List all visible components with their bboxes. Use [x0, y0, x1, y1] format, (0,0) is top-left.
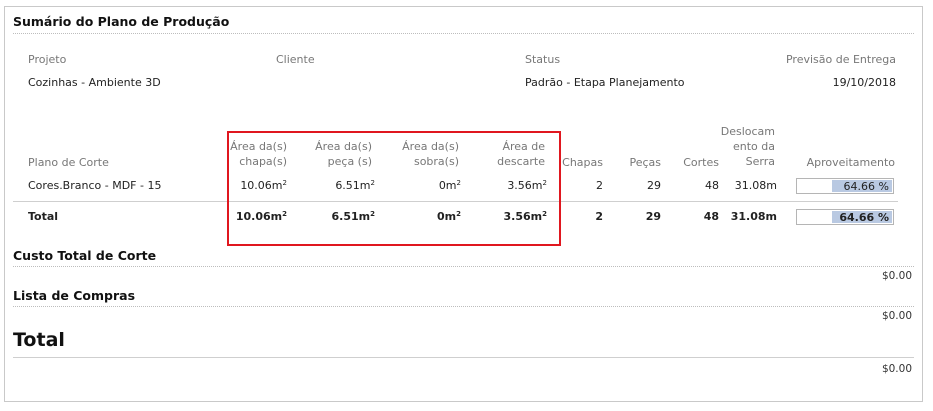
- total-label: Total: [28, 210, 59, 223]
- grand-total-value: $0.00: [881, 363, 912, 375]
- cost-divider: [13, 266, 914, 267]
- status-value: Padrão - Etapa Planejamento: [525, 76, 685, 89]
- header-pecas: Peças: [629, 156, 661, 169]
- row-cortes: 48: [705, 179, 719, 192]
- total-cortes: 48: [703, 210, 719, 223]
- total-aproveitamento-bar: 64.66 %: [796, 209, 894, 225]
- delivery-label: Previsão de Entrega: [785, 53, 896, 66]
- summary-title: Sumário do Plano de Produção: [13, 14, 230, 29]
- grand-total-divider: [13, 357, 914, 358]
- purchases-title: Lista de Compras: [13, 288, 136, 303]
- cost-value: $0.00: [881, 270, 912, 282]
- row-pecas: 29: [647, 179, 661, 192]
- delivery-value: 19/10/2018: [832, 76, 896, 89]
- header-deslocamento: Deslocam ento da Serra: [720, 125, 775, 168]
- row-aproveitamento-bar: 64.66 %: [796, 178, 894, 194]
- production-plan-summary-panel: Sumário do Plano de Produção Projeto Cli…: [4, 6, 923, 402]
- project-value: Cozinhas - Ambiente 3D: [28, 76, 161, 89]
- client-label: Cliente: [276, 53, 315, 66]
- header-cortes: Cortes: [683, 156, 719, 169]
- header-plan: Plano de Corte: [28, 156, 109, 169]
- title-divider: [13, 33, 914, 34]
- header-aproveitamento: Aproveitamento: [806, 156, 895, 169]
- total-pecas: 29: [645, 210, 661, 223]
- total-deslocamento: 31.08m: [730, 210, 777, 223]
- row-aproveitamento-text: 64.66 %: [843, 180, 889, 193]
- row-deslocamento: 31.08m: [734, 179, 777, 192]
- row-plan-name: Cores.Branco - MDF - 15: [28, 179, 162, 192]
- status-label: Status: [525, 53, 561, 66]
- project-label: Projeto: [28, 53, 67, 66]
- cost-title: Custo Total de Corte: [13, 248, 157, 263]
- purchases-value: $0.00: [881, 310, 912, 322]
- grand-total-title: Total: [13, 329, 65, 351]
- area-columns-highlight: [227, 131, 561, 246]
- purchases-divider: [13, 306, 914, 307]
- total-aproveitamento-text: 64.66 %: [839, 211, 889, 224]
